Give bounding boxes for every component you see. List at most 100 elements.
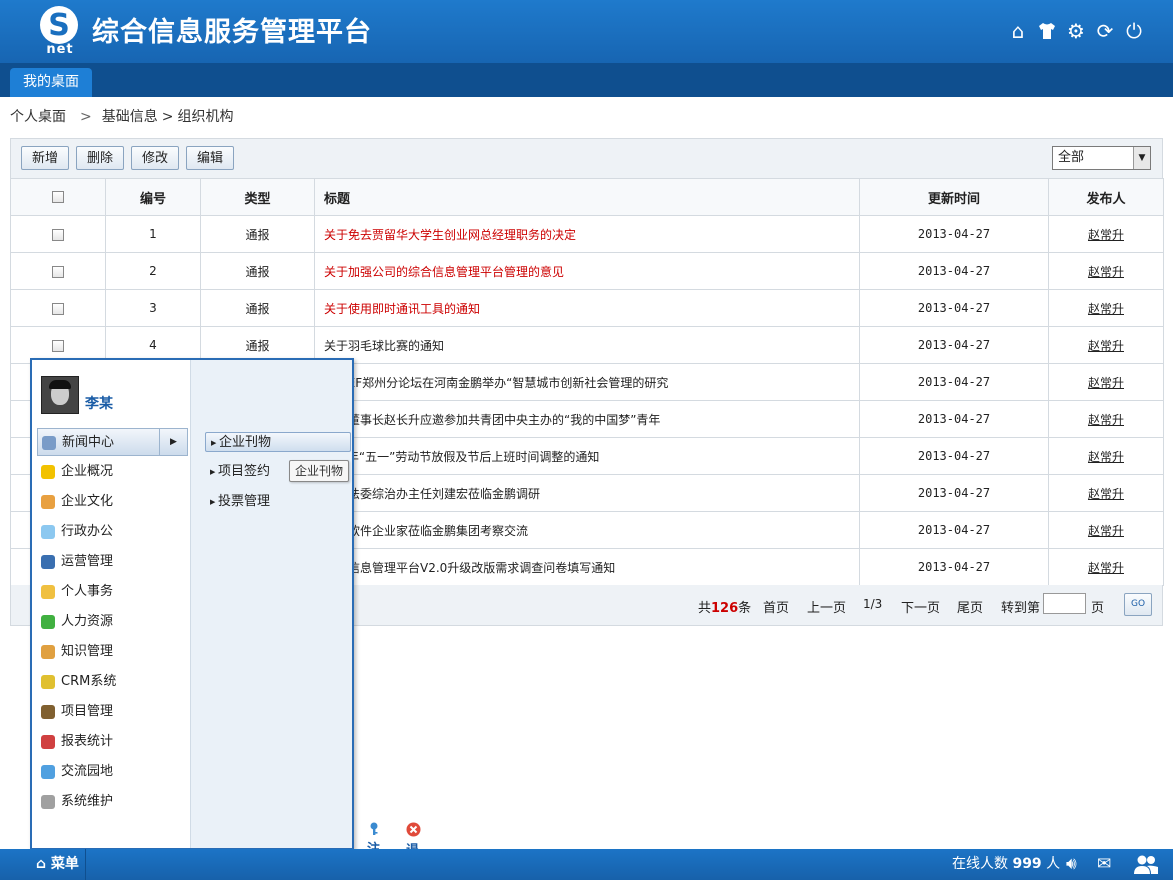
users-icon[interactable]: [1133, 849, 1159, 880]
go-button[interactable]: GO: [1124, 593, 1152, 616]
mail-icon[interactable]: ✉: [1097, 849, 1111, 880]
power-icon[interactable]: ⏻: [1123, 20, 1145, 42]
start-menu-main: 李某 新闻中心 ▶ 企业概况 企业文化 行政办公运营管理个人事务 人力资源知识管理 CRM系…: [32, 360, 190, 848]
breadcrumb: 个人桌面 > 基础信息 > 组织机构: [10, 106, 237, 126]
start-menu-item[interactable]: 新闻中心 ▶: [37, 428, 188, 456]
row-title-link[interactable]: 综合信息管理平台V2.0升级改版需求调查问卷填写通知: [314, 548, 860, 586]
table-row[interactable]: 3 通报 关于使用即时通讯工具的通知 2013-04-27 赵常升: [10, 289, 1164, 327]
tab-my-desktop[interactable]: 我的桌面: [10, 68, 92, 97]
select-all-checkbox[interactable]: [52, 191, 64, 203]
home-icon: ⌂: [36, 856, 47, 872]
row-updated: 2013-04-27: [859, 400, 1049, 438]
start-menu-item[interactable]: 行政办公: [37, 518, 188, 546]
row-publisher-link[interactable]: 赵常升: [1088, 228, 1124, 242]
row-checkbox[interactable]: [52, 228, 64, 241]
book-icon: [41, 705, 55, 719]
row-title-link[interactable]: 关于免去贾留华大学生创业网总经理职务的决定: [314, 215, 860, 253]
row-title-link[interactable]: 关于加强公司的综合信息管理平台管理的意见: [314, 252, 860, 290]
breadcrumb-item[interactable]: 个人桌面: [10, 109, 66, 125]
start-menu-item-label: 知识管理: [61, 644, 114, 659]
chevron-right-icon[interactable]: ▶: [159, 429, 187, 455]
start-menu-item[interactable]: 系统维护: [37, 788, 188, 816]
user-name: 李某: [85, 396, 113, 412]
filter-select-value: 全部: [1058, 150, 1085, 165]
modify-button[interactable]: 修改: [131, 146, 180, 170]
row-publisher-cell: 赵常升: [1048, 363, 1164, 401]
submenu-item[interactable]: ▶ 投票管理: [205, 492, 351, 512]
breadcrumb-separator-icon: >: [161, 109, 174, 125]
next-page-link[interactable]: 下一页: [901, 597, 940, 616]
triangle-right-icon: ▶: [210, 498, 216, 506]
chevron-down-icon[interactable]: ▼: [1133, 147, 1150, 169]
row-publisher-link[interactable]: 赵常升: [1088, 487, 1124, 501]
app-header: S net 综合信息服务管理平台 ⌂ ⚙ ⟳ ⏻: [0, 0, 1173, 63]
news-icon: [42, 436, 56, 450]
row-updated: 2013-04-27: [859, 215, 1049, 253]
page-number-input[interactable]: [1043, 593, 1086, 614]
shirt-icon[interactable]: [1036, 20, 1058, 42]
speaker-icon[interactable]: 🔊︎: [1066, 849, 1077, 880]
first-page-link[interactable]: 首页: [763, 597, 789, 616]
row-type: 通报: [200, 289, 315, 327]
note-icon: [41, 645, 55, 659]
row-publisher-link[interactable]: 赵常升: [1088, 302, 1124, 316]
edit-button[interactable]: 编辑: [186, 146, 235, 170]
row-title-link[interactable]: 市政法委综治办主任刘建宏莅临金鹏调研: [314, 474, 860, 512]
row-publisher-link[interactable]: 赵常升: [1088, 339, 1124, 353]
close-icon: [406, 822, 421, 837]
row-title-link[interactable]: 0CSEF郑州分论坛在河南金鹏举办“智慧城市创新社会管理的研究: [314, 363, 860, 401]
start-menu-item[interactable]: 企业文化: [37, 488, 188, 516]
row-title-link[interactable]: 集团董事长赵长升应邀参加共青团中央主办的“我的中国梦”青年: [314, 400, 860, 438]
start-menu-item[interactable]: 人力资源: [37, 608, 188, 636]
table-row[interactable]: 1 通报 关于免去贾留华大学生创业网总经理职务的决定 2013-04-27 赵常升: [10, 215, 1164, 253]
gear-icon[interactable]: ⚙: [1065, 20, 1087, 42]
start-menu-button[interactable]: ⌂ 菜单: [30, 849, 86, 880]
start-menu-item[interactable]: CRM系统: [37, 668, 188, 696]
row-publisher-link[interactable]: 赵常升: [1088, 376, 1124, 390]
start-menu-item[interactable]: 报表统计: [37, 728, 188, 756]
row-checkbox[interactable]: [52, 302, 64, 315]
row-title-link[interactable]: 境外软件企业家莅临金鹏集团考察交流: [314, 511, 860, 549]
last-page-link[interactable]: 尾页: [957, 597, 983, 616]
start-menu-item-label: 运营管理: [61, 554, 114, 569]
start-menu-item[interactable]: 个人事务: [37, 578, 188, 606]
start-menu-item[interactable]: 运营管理: [37, 548, 188, 576]
breadcrumb-item[interactable]: 基础信息: [102, 109, 158, 125]
start-menu-item[interactable]: 知识管理: [37, 638, 188, 666]
row-title-link[interactable]: 关于羽毛球比赛的通知: [314, 326, 860, 364]
row-publisher-link[interactable]: 赵常升: [1088, 524, 1124, 538]
start-menu-item[interactable]: 交流园地: [37, 758, 188, 786]
row-publisher-link[interactable]: 赵常升: [1088, 450, 1124, 464]
start-menu-item[interactable]: 企业概况: [37, 458, 188, 486]
row-updated: 2013-04-27: [859, 474, 1049, 512]
row-checkbox-cell: [10, 252, 106, 290]
row-publisher-cell: 赵常升: [1048, 548, 1164, 586]
row-type: 通报: [200, 215, 315, 253]
row-updated: 2013-04-27: [859, 363, 1049, 401]
start-menu-item[interactable]: 项目管理: [37, 698, 188, 726]
submenu-item-label: 企业刊物: [219, 435, 272, 450]
row-num: 1: [105, 215, 201, 253]
row-publisher-link[interactable]: 赵常升: [1088, 413, 1124, 427]
add-button[interactable]: 新增: [21, 146, 70, 170]
submenu-item[interactable]: ▶ 企业刊物: [205, 432, 351, 452]
row-checkbox[interactable]: [52, 339, 64, 352]
column-header-type: 类型: [200, 178, 315, 216]
row-publisher-link[interactable]: 赵常升: [1088, 265, 1124, 279]
delete-button[interactable]: 删除: [76, 146, 125, 170]
group-icon: [41, 675, 55, 689]
row-publisher-link[interactable]: 赵常升: [1088, 561, 1124, 575]
row-publisher-cell: 赵常升: [1048, 215, 1164, 253]
row-checkbox-cell: [10, 289, 106, 327]
select-all-checkbox-cell: [10, 178, 106, 216]
home-icon[interactable]: ⌂: [1007, 20, 1029, 42]
prev-page-link[interactable]: 上一页: [807, 597, 846, 616]
chart-icon: [41, 735, 55, 749]
row-checkbox[interactable]: [52, 265, 64, 278]
row-title-link[interactable]: 关于使用即时通讯工具的通知: [314, 289, 860, 327]
row-checkbox-cell: [10, 215, 106, 253]
row-title-link[interactable]: 013年“五一”劳动节放假及节后上班时间调整的通知: [314, 437, 860, 475]
table-row[interactable]: 2 通报 关于加强公司的综合信息管理平台管理的意见 2013-04-27 赵常升: [10, 252, 1164, 290]
refresh-icon[interactable]: ⟳: [1094, 20, 1116, 42]
filter-select[interactable]: 全部 ▼: [1052, 146, 1151, 170]
